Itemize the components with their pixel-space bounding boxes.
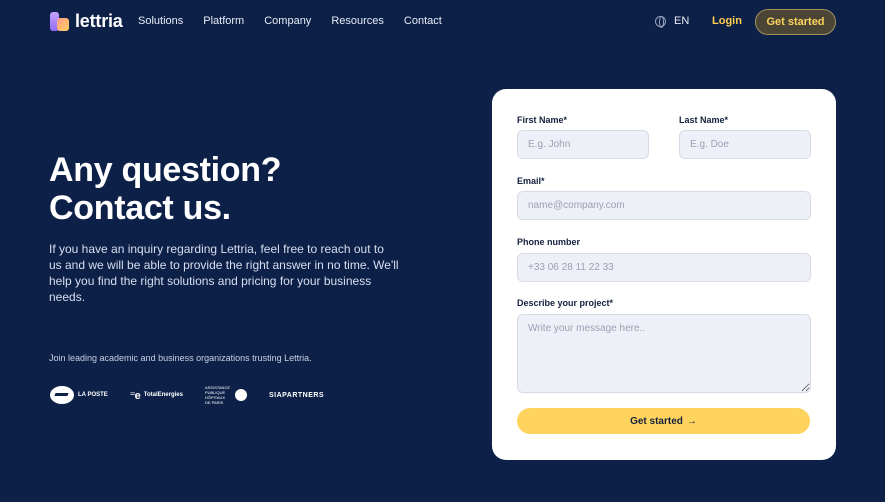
- phone-label: Phone number: [517, 237, 581, 247]
- totalenergies-logo-text: TotalEnergies: [143, 392, 183, 398]
- lettria-logo-icon: [50, 12, 69, 31]
- contact-form: First Name* Last Name* Email* Phone numb…: [492, 89, 836, 460]
- phone-input[interactable]: [517, 253, 811, 282]
- nav-link-platform[interactable]: Platform: [203, 15, 244, 27]
- nav-link-resources[interactable]: Resources: [331, 15, 384, 27]
- login-link[interactable]: Login: [712, 15, 742, 27]
- brand-name: lettria: [75, 11, 123, 31]
- nav-links: Solutions Platform Company Resources Con…: [138, 15, 442, 27]
- title-line-2: Contact us.: [49, 189, 231, 227]
- first-name-input[interactable]: [517, 130, 649, 159]
- totalenergies-logo-icon: ⁼e: [129, 389, 141, 402]
- arrow-right-icon: →: [686, 415, 697, 427]
- project-label: Describe your project*: [517, 298, 614, 308]
- lettria-logo[interactable]: lettria: [50, 11, 123, 32]
- email-label: Email*: [517, 176, 545, 186]
- laposte-logo: LA POSTE: [50, 386, 108, 404]
- trust-text: Join leading academic and business organ…: [49, 353, 312, 363]
- nav-link-solutions[interactable]: Solutions: [138, 15, 183, 27]
- aphp-logo-text: ASSISTANCE PUBLIQUE HÔPITAUX DE PARIS: [204, 385, 230, 405]
- globe-icon: [655, 15, 666, 28]
- last-name-label: Last Name*: [679, 115, 729, 125]
- hero-description: If you have an inquiry regarding Lettria…: [49, 242, 399, 304]
- language-selector[interactable]: EN: [655, 15, 690, 28]
- title-line-1: Any question?: [49, 151, 282, 189]
- laposte-logo-icon: [50, 386, 74, 404]
- totalenergies-logo: ⁼e TotalEnergies: [130, 389, 183, 402]
- page-title: Any question? Contact us.: [49, 151, 429, 227]
- laposte-logo-text: LA POSTE: [78, 392, 108, 398]
- submit-button[interactable]: Get started →: [517, 408, 810, 434]
- nav-get-started-button[interactable]: Get started: [755, 9, 836, 35]
- first-name-label: First Name*: [517, 115, 568, 125]
- aphp-logo: ASSISTANCE PUBLIQUE HÔPITAUX DE PARIS: [205, 385, 247, 405]
- aphp-logo-icon: [234, 389, 247, 401]
- last-name-input[interactable]: [679, 130, 811, 159]
- nav-link-contact[interactable]: Contact: [404, 15, 442, 27]
- email-input[interactable]: [517, 191, 811, 220]
- client-logos: LA POSTE ⁼e TotalEnergies ASSISTANCE PUB…: [50, 385, 324, 405]
- language-label: EN: [674, 15, 690, 27]
- siapartners-logo-text: SIAPARTNERS: [268, 391, 325, 399]
- submit-label: Get started: [630, 415, 683, 427]
- siapartners-logo: SIAPARTNERS: [269, 392, 324, 399]
- nav-link-company[interactable]: Company: [264, 15, 311, 27]
- project-textarea[interactable]: [517, 314, 811, 393]
- top-navigation: lettria Solutions Platform Company Resou…: [0, 0, 885, 44]
